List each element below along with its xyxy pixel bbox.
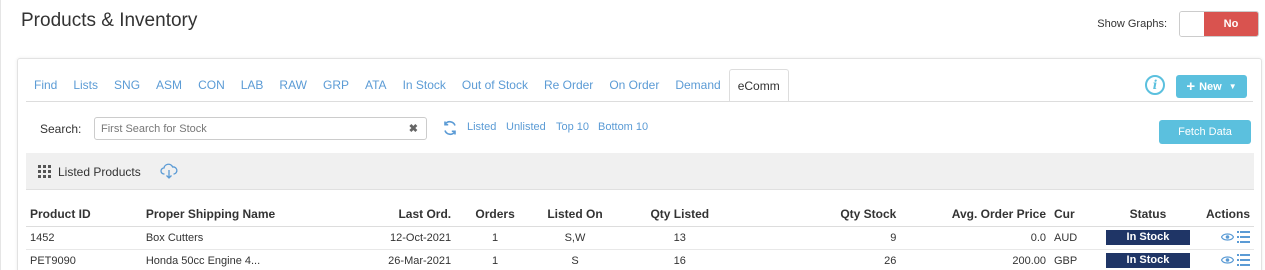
- eye-icon[interactable]: [1221, 255, 1234, 265]
- table-row[interactable]: PET9090 Honda 50cc Engine 4... 26-Mar-2021…: [26, 249, 1254, 270]
- cell-cur: GBP: [1050, 249, 1102, 270]
- tab-out-of-stock[interactable]: Out of Stock: [454, 69, 536, 101]
- tab-on-order[interactable]: On Order: [601, 69, 667, 101]
- cell-product-id: PET9090: [26, 249, 142, 270]
- table-row[interactable]: 1452 Box Cutters 12-Oct-2021 1 S,W 13 9 0.0 AUD I…: [26, 226, 1254, 250]
- filter-top-10[interactable]: Top 10: [556, 121, 589, 133]
- tab-lists[interactable]: Lists: [65, 69, 106, 101]
- tab-bar: Find Lists SNG ASM CON LAB RAW GRP ATA In Stock Ou…: [26, 69, 789, 102]
- search-label: Search:: [40, 122, 82, 136]
- tab-asm[interactable]: ASM: [148, 69, 190, 101]
- cell-qty-stock: 26: [744, 249, 901, 270]
- tab-sng[interactable]: SNG: [106, 69, 148, 101]
- col-orders[interactable]: Orders: [455, 202, 536, 227]
- info-icon[interactable]: i: [1145, 75, 1165, 95]
- cell-actions: [1193, 226, 1254, 250]
- cell-qty-listed: 16: [614, 249, 745, 270]
- tab-lab[interactable]: LAB: [233, 69, 272, 101]
- tab-raw[interactable]: RAW: [271, 69, 315, 101]
- col-listed-on[interactable]: Listed On: [535, 202, 615, 227]
- cloud-download-icon[interactable]: [160, 163, 178, 179]
- cell-status: In Stock: [1101, 249, 1194, 270]
- cell-last-ord: 26-Mar-2021: [355, 249, 456, 270]
- cell-listed-on: S,W: [535, 226, 615, 250]
- search-box: ✖: [94, 117, 427, 140]
- tab-grp[interactable]: GRP: [315, 69, 357, 101]
- toggle-no-segment[interactable]: No: [1204, 12, 1258, 36]
- cell-shipping-name: Box Cutters: [141, 226, 356, 250]
- filter-unlisted[interactable]: Unlisted: [506, 121, 546, 133]
- fetch-data-button[interactable]: Fetch Data: [1159, 120, 1251, 144]
- cell-avg-order-price: 200.00: [900, 249, 1050, 270]
- page-title: Products & Inventory: [21, 10, 198, 31]
- filter-bottom-10[interactable]: Bottom 10: [598, 121, 648, 133]
- caret-down-icon: ▼: [1228, 82, 1237, 91]
- status-badge: In Stock: [1105, 253, 1190, 268]
- cell-cur: AUD: [1050, 226, 1102, 250]
- show-graphs: Show Graphs: No: [1097, 11, 1259, 37]
- tab-in-stock[interactable]: In Stock: [395, 69, 454, 101]
- table-body: 1452 Box Cutters 12-Oct-2021 1 S,W 13 9 0.0 AUD I…: [26, 226, 1254, 270]
- col-shipping-name[interactable]: Proper Shipping Name: [141, 202, 356, 227]
- tab-divider: [26, 101, 1253, 102]
- refresh-icon[interactable]: [442, 120, 458, 136]
- row-actions: [1221, 253, 1250, 266]
- new-button-label: New: [1199, 80, 1222, 93]
- cell-orders: 1: [455, 226, 536, 250]
- toggle-off-segment[interactable]: [1180, 12, 1204, 36]
- listed-products-table: Product ID Proper Shipping Name Last Ord…: [26, 202, 1254, 270]
- row-actions: [1221, 230, 1250, 243]
- cell-product-id: 1452: [26, 226, 142, 250]
- plus-icon: +: [1186, 78, 1196, 95]
- tab-demand[interactable]: Demand: [667, 69, 728, 101]
- grid-icon: [38, 165, 51, 178]
- tab-con[interactable]: CON: [190, 69, 233, 101]
- search-input[interactable]: [95, 118, 395, 139]
- listed-products-bar: Listed Products: [26, 153, 1254, 190]
- status-badge: In Stock: [1105, 230, 1190, 245]
- list-icon[interactable]: [1237, 253, 1250, 266]
- col-last-ord[interactable]: Last Ord.: [355, 202, 456, 227]
- col-status[interactable]: Status: [1101, 202, 1194, 227]
- cell-last-ord: 12-Oct-2021: [355, 226, 456, 250]
- col-actions: Actions: [1193, 202, 1254, 227]
- clear-icon[interactable]: ✖: [409, 122, 418, 135]
- tab-re-order[interactable]: Re Order: [536, 69, 601, 101]
- cell-avg-order-price: 0.0: [900, 226, 1050, 250]
- show-graphs-toggle[interactable]: No: [1179, 11, 1259, 37]
- show-graphs-label: Show Graphs:: [1097, 18, 1167, 30]
- cell-listed-on: S: [535, 249, 615, 270]
- page: Products & Inventory Show Graphs: No Fin…: [0, 0, 1265, 270]
- cell-qty-listed: 13: [614, 226, 745, 250]
- new-button[interactable]: + New ▼: [1176, 75, 1247, 98]
- products-panel: Find Lists SNG ASM CON LAB RAW GRP ATA In Stock Ou…: [17, 58, 1262, 270]
- tab-ecomm[interactable]: eComm: [728, 69, 789, 102]
- tab-ata[interactable]: ATA: [357, 69, 395, 101]
- col-cur[interactable]: Cur: [1050, 202, 1102, 227]
- col-qty-stock[interactable]: Qty Stock: [744, 202, 901, 227]
- tab-find[interactable]: Find: [26, 69, 65, 101]
- table-header-row: Product ID Proper Shipping Name Last Ord…: [26, 202, 1254, 227]
- cell-orders: 1: [455, 249, 536, 270]
- listed-products-title: Listed Products: [58, 165, 141, 179]
- eye-icon[interactable]: [1221, 232, 1234, 242]
- cell-qty-stock: 9: [744, 226, 901, 250]
- cell-shipping-name: Honda 50cc Engine 4...: [141, 249, 356, 270]
- filter-listed[interactable]: Listed: [467, 121, 496, 133]
- cell-actions: [1193, 249, 1254, 270]
- col-avg-order-price[interactable]: Avg. Order Price: [900, 202, 1050, 227]
- col-qty-listed[interactable]: Qty Listed: [614, 202, 745, 227]
- cell-status: In Stock: [1101, 226, 1194, 250]
- list-icon[interactable]: [1237, 230, 1250, 243]
- col-product-id[interactable]: Product ID: [26, 202, 142, 227]
